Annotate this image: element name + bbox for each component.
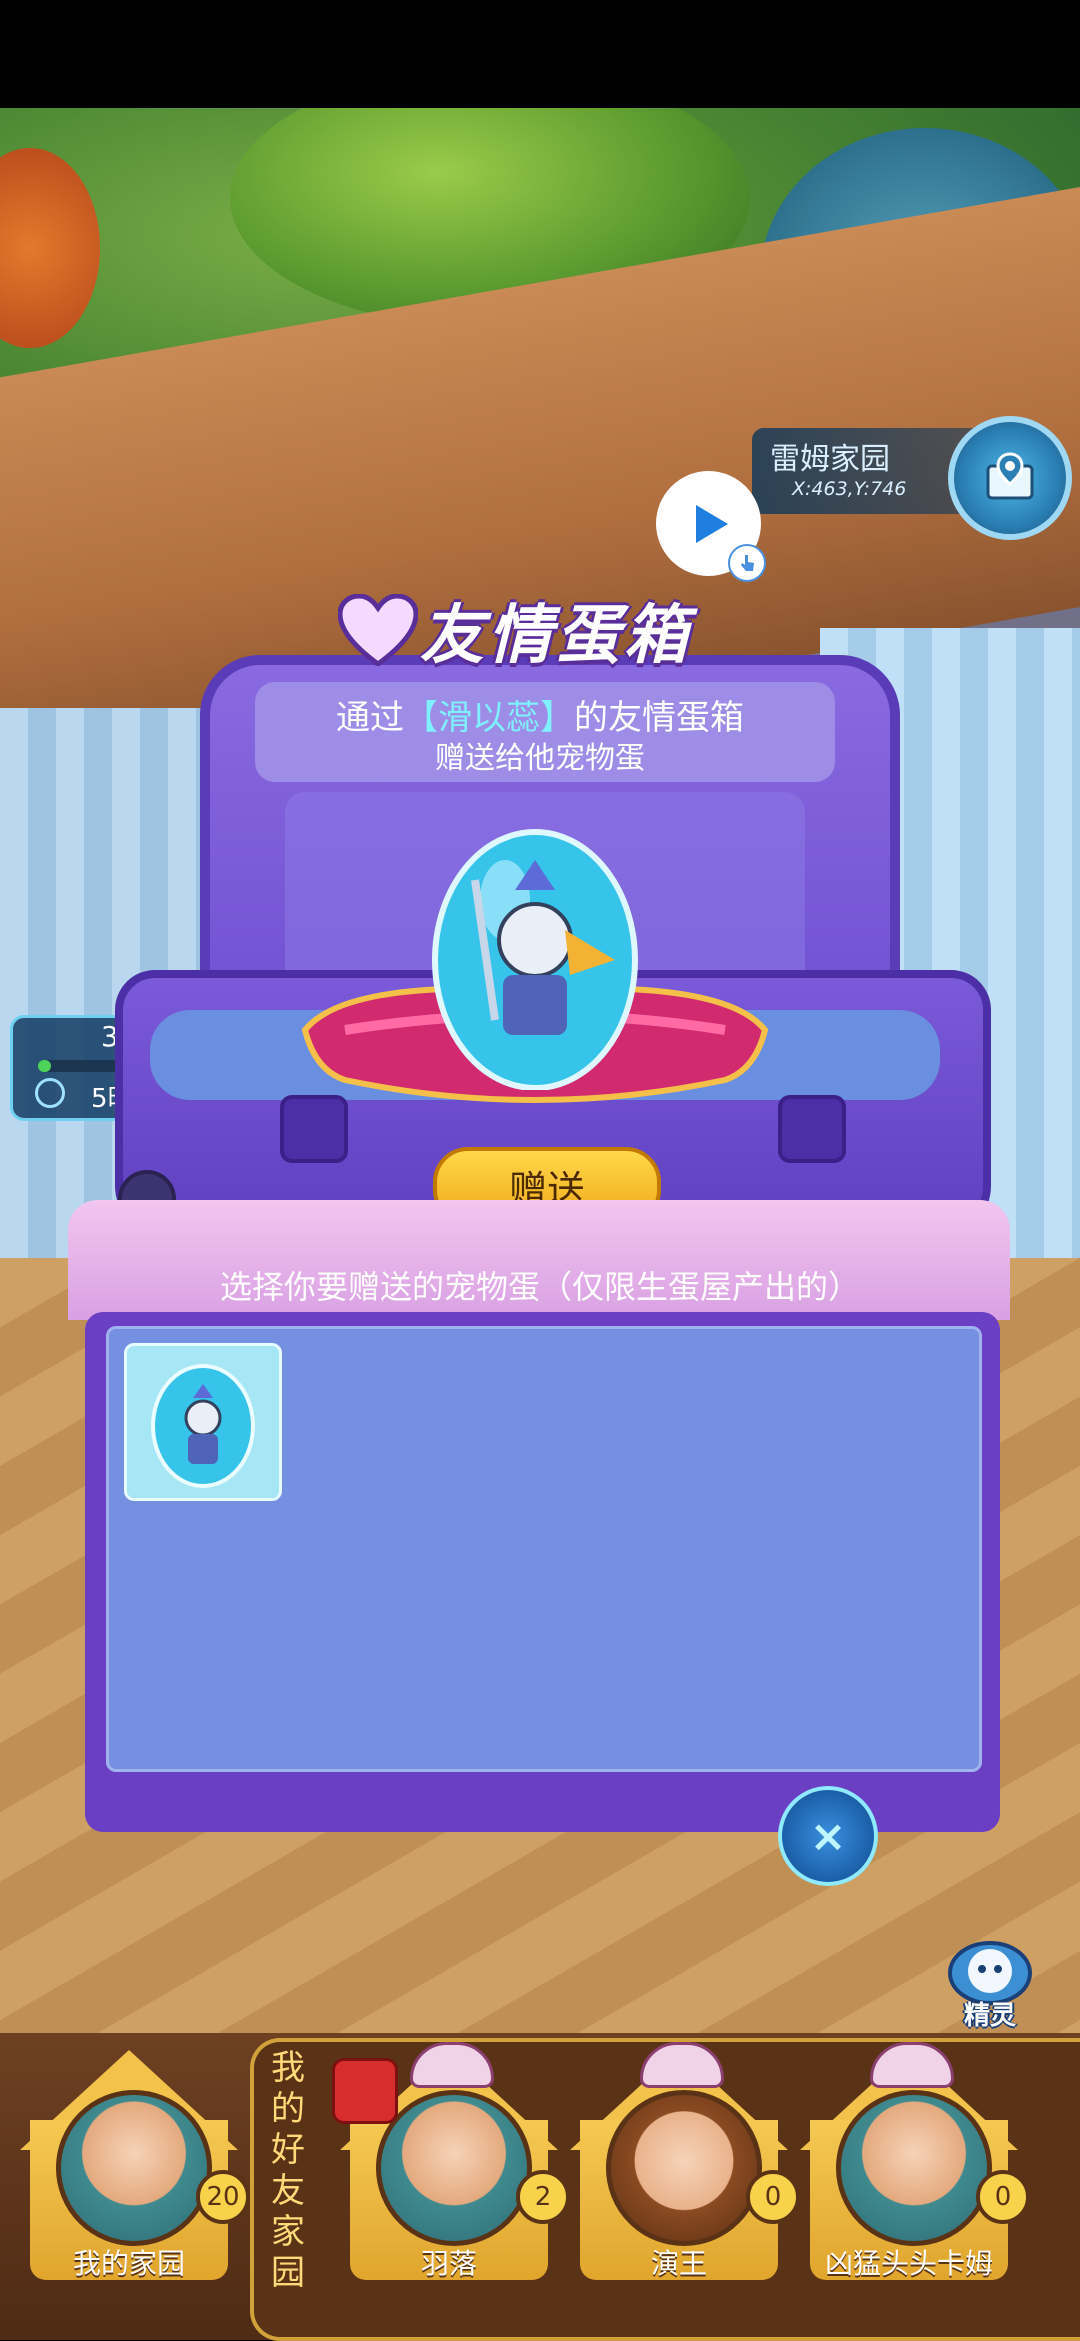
pet-egg-large [432,829,638,1090]
status-bar [0,0,1080,108]
location-badge[interactable]: 雷姆家园 X:463,Y:746 [752,416,1077,540]
avatar [606,2090,762,2246]
dialog-title: 友情蛋箱 [420,599,692,673]
avatar [56,2090,212,2246]
friend-house-yanwang[interactable]: 0 演王 [570,2042,800,2282]
close-icon: × [809,1810,847,1862]
selection-hint: 选择你要赠送的宠物蛋（仅限生蛋屋产出的） [219,1268,860,1306]
count-badge: 20 [196,2170,250,2224]
message-prefix: 通过 [336,698,404,738]
count-badge: 0 [976,2170,1030,2224]
close-button[interactable]: × [778,1786,878,1886]
spirit-label: 精灵 [963,2001,1016,2031]
timer-icon [35,1078,65,1108]
house-name: 羽落 [420,2247,477,2280]
friend-house-kamu[interactable]: 0 凶猛头头卡姆 [800,2042,1030,2282]
home-house-mine[interactable]: 20 我的家园 [20,2050,250,2282]
location-name: 雷姆家园 [770,442,890,477]
spirit-button[interactable]: 精灵 [945,1935,1035,2031]
friends-caption: 我的好友家园 [271,2048,305,2293]
house-name: 我的家园 [72,2247,185,2280]
right-latch [778,1095,846,1163]
location-coords: X:463,Y:746 [792,478,907,500]
map-pin-icon[interactable] [948,416,1072,540]
tap-hand-icon [728,544,766,582]
friend-name: 【滑以蕊】 [404,698,574,738]
house-name: 凶猛头头卡姆 [824,2247,993,2280]
dialog-title-banner: 友情蛋箱 [308,578,763,678]
egg-slot[interactable] [124,1343,282,1501]
count-badge: 0 [746,2170,800,2224]
gift-box-icon [332,2058,398,2124]
avatar [836,2090,992,2246]
friend-house-yuluo[interactable]: 2 羽落 [332,2042,570,2282]
heart-icon [338,594,418,666]
avatar [376,2090,532,2246]
play-icon [695,504,728,543]
count-badge: 2 [516,2170,570,2224]
dialog-message-line1: 通过【滑以蕊】的友情蛋箱 [0,690,1080,739]
dialog-message-line2: 赠送给他宠物蛋 [435,741,645,776]
pet-egg-icon [151,1364,255,1488]
house-name: 演王 [650,2247,707,2280]
message-suffix: 的友情蛋箱 [574,698,744,738]
